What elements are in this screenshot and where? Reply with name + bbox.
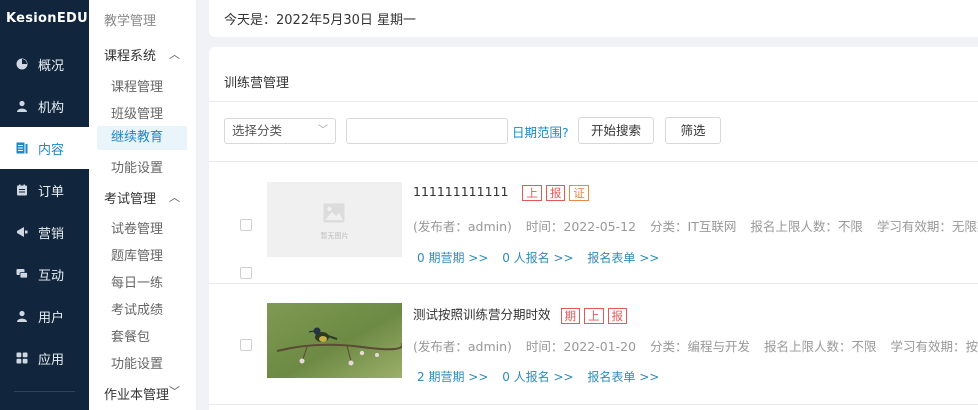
- meta-validity: 学习有效期：按期: [890, 339, 978, 354]
- camp-meta: (发布者：admin) 时间：2022-01-20 分类：编程与开发 报名上限人…: [413, 336, 978, 355]
- enrollments-link[interactable]: 0 人报名 >>: [502, 251, 573, 265]
- secondary-menu: 教学管理 课程系统 ︿ 课程管理 班级管理 继续教育 功能设置 考试管理 ︿ 试…: [89, 0, 196, 410]
- camp-meta: (发布者：admin) 时间：2022-05-12 分类：IT互联网 报名上限人…: [413, 216, 978, 235]
- chevron-down-icon[interactable]: ﹀: [169, 383, 180, 399]
- submenu-item-course-manage[interactable]: 课程管理: [111, 76, 218, 95]
- status-badge: 证: [569, 184, 589, 201]
- periods-link[interactable]: 2 期营期 >>: [417, 370, 488, 384]
- nav-item-institution[interactable]: 机构: [0, 85, 89, 127]
- nav-label: 营销: [38, 226, 65, 242]
- camp-title-text[interactable]: 测试按照训练营分期时效: [413, 307, 551, 322]
- nav-label: 概况: [38, 58, 65, 74]
- camp-links: 0 期营期 >> 0 人报名 >> 报名表单 >>: [417, 249, 669, 266]
- submenu-top-label: 教学管理: [104, 14, 157, 29]
- filter-button[interactable]: 筛选: [665, 117, 721, 144]
- nav-item-interaction[interactable]: 互动: [0, 253, 89, 295]
- page-title: 训练营管理: [224, 76, 290, 91]
- status-badge: 上: [584, 307, 604, 324]
- status-badge: 期: [560, 307, 580, 324]
- submenu-group-exam[interactable]: 考试管理: [104, 188, 211, 207]
- row-checkbox[interactable]: [240, 219, 252, 231]
- chevron-up-icon[interactable]: ︿: [169, 189, 180, 205]
- meta-validity: 学习有效期：无限期: [876, 219, 978, 234]
- divider: [209, 404, 978, 405]
- submenu-item-paper-manage[interactable]: 试卷管理: [111, 218, 218, 237]
- submenu-item-exam-scores[interactable]: 考试成绩: [111, 299, 218, 318]
- submenu-item-exam-settings[interactable]: 功能设置: [111, 353, 218, 372]
- chevron-down-icon: ﹀: [318, 125, 328, 136]
- status-badge: 报: [607, 307, 627, 324]
- main-panel: 训练营管理 选择分类 ﹀ 日期范围? 开始搜索 筛选 暂无图片 11111111…: [209, 47, 978, 410]
- nav-label: 内容: [38, 142, 65, 158]
- meta-category: 分类：编程与开发: [650, 339, 751, 354]
- camp-title[interactable]: 111111111111 上报证: [413, 184, 589, 201]
- meta-time: 时间：2022-01-20: [525, 339, 637, 354]
- submenu-group-homework[interactable]: 作业本管理: [104, 384, 211, 403]
- camp-title[interactable]: 测试按照训练营分期时效 期上报: [413, 304, 627, 324]
- nav-label: 互动: [38, 268, 65, 284]
- thumbnail-placeholder: 暂无图片: [267, 182, 402, 257]
- row-checkbox[interactable]: [240, 267, 252, 279]
- user-icon: [16, 310, 28, 322]
- date-range-link[interactable]: 日期范围?: [512, 122, 569, 141]
- nav-item-marketing[interactable]: 营销: [0, 211, 89, 253]
- apps-icon: [16, 352, 28, 364]
- status-badge: 报: [545, 184, 566, 201]
- nav-item-content[interactable]: 内容: [0, 127, 89, 169]
- form-link[interactable]: 报名表单 >>: [587, 370, 659, 384]
- nav-item-order[interactable]: 订单: [0, 169, 89, 211]
- placeholder-text: 暂无图片: [320, 232, 349, 240]
- nav-item-users[interactable]: 用户: [0, 295, 89, 337]
- search-input[interactable]: [346, 118, 508, 144]
- camp-links: 2 期营期 >> 0 人报名 >> 报名表单 >>: [417, 368, 669, 385]
- divider: [209, 101, 978, 102]
- submenu-group-course[interactable]: 课程系统: [104, 45, 211, 64]
- chevron-up-icon[interactable]: ︿: [169, 46, 180, 62]
- nav-label: 应用: [38, 352, 65, 368]
- meta-limit: 报名上限人数：不限: [764, 339, 877, 354]
- submenu-item-course-settings[interactable]: 功能设置: [111, 157, 218, 176]
- thumbnail-image: [267, 303, 404, 378]
- meta-category: 分类：IT互联网: [650, 219, 737, 234]
- search-button[interactable]: 开始搜索: [578, 117, 654, 144]
- divider: [209, 283, 978, 284]
- form-link[interactable]: 报名表单 >>: [587, 251, 659, 265]
- date-bar: 今天是：2022年5月30日 星期一: [209, 0, 978, 37]
- dashboard-icon: [16, 58, 28, 70]
- bird-photo: [267, 303, 404, 378]
- meta-time: 时间：2022-05-12: [525, 219, 637, 234]
- meta-publisher: (发布者：admin): [413, 339, 512, 354]
- meta-publisher: (发布者：admin): [413, 219, 512, 234]
- submenu-item-question-bank[interactable]: 题库管理: [111, 245, 218, 264]
- submenu-item-continuing-education[interactable]: 继续教育: [97, 126, 187, 150]
- submenu-item-class-manage[interactable]: 班级管理: [111, 103, 218, 122]
- chat-icon: [16, 268, 28, 280]
- order-icon: [16, 184, 28, 196]
- nav-label: 机构: [38, 100, 65, 116]
- image-icon: [323, 203, 345, 223]
- category-select-value: 选择分类: [232, 123, 283, 138]
- nav-label: 订单: [38, 184, 65, 200]
- meta-limit: 报名上限人数：不限: [750, 219, 863, 234]
- nav-divider: [14, 391, 75, 392]
- brand-logo: KesionEDU: [6, 11, 88, 26]
- submenu-item-package[interactable]: 套餐包: [111, 326, 218, 345]
- person-icon: [16, 100, 28, 112]
- enrollments-link[interactable]: 0 人报名 >>: [502, 370, 573, 384]
- nav-label: 用户: [38, 310, 65, 326]
- category-select[interactable]: 选择分类 ﹀: [224, 118, 336, 144]
- periods-link[interactable]: 0 期营期 >>: [417, 251, 488, 265]
- row-checkbox[interactable]: [240, 339, 252, 351]
- today-date: 今天是：2022年5月30日 星期一: [224, 13, 417, 28]
- content-icon: [16, 142, 28, 154]
- submenu-item-daily-practice[interactable]: 每日一练: [111, 272, 218, 291]
- camp-title-text[interactable]: 111111111111: [413, 184, 508, 199]
- nav-item-apps[interactable]: 应用: [0, 337, 89, 379]
- primary-nav: KesionEDU 概况 机构 内容 订单 营销 互动 用户 应用: [0, 0, 89, 410]
- nav-item-overview[interactable]: 概况: [0, 43, 89, 85]
- marketing-icon: [16, 226, 28, 238]
- status-badge: 上: [522, 184, 542, 201]
